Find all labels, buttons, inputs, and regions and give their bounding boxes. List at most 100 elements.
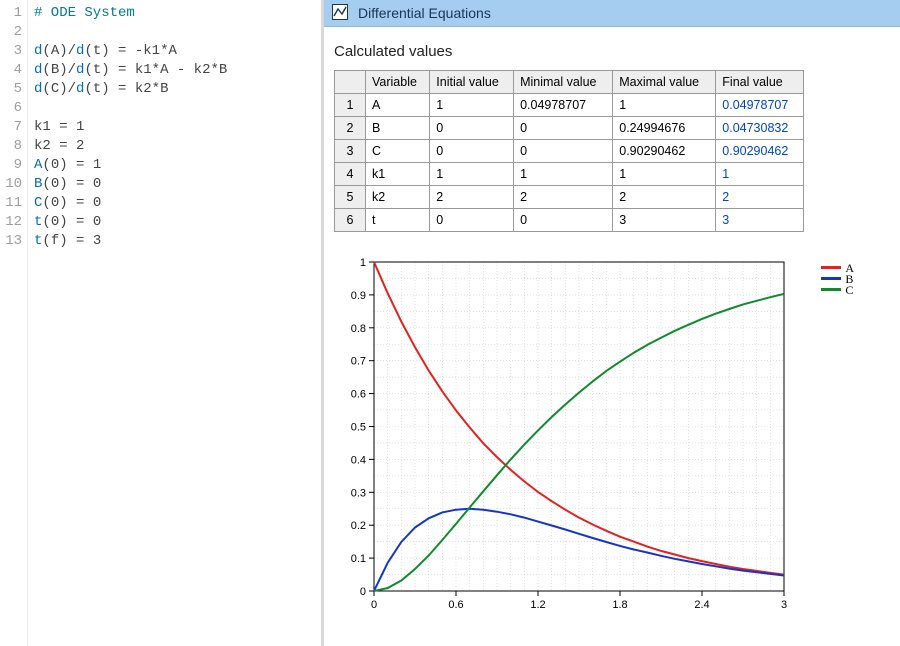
svg-text:0.9: 0.9 (351, 290, 366, 302)
table-cell[interactable]: 2 (613, 186, 716, 209)
table-cell[interactable]: k2 (366, 186, 430, 209)
table-cell[interactable]: 3 (716, 209, 804, 232)
table-cell[interactable]: 0 (430, 117, 514, 140)
legend-item: C (821, 284, 854, 295)
legend-label: B (845, 274, 853, 284)
line-number: 2 (0, 23, 22, 42)
svg-text:1: 1 (360, 257, 366, 269)
code-line[interactable]: d(A)/d(t) = -k1*A (34, 42, 321, 61)
table-cell[interactable]: 1 (430, 94, 514, 117)
table-header[interactable]: Maximal value (613, 71, 716, 94)
panel-header[interactable]: Differential Equations (324, 0, 900, 27)
svg-text:0.5: 0.5 (351, 422, 366, 434)
table-row[interactable]: 6t0033 (335, 209, 804, 232)
svg-text:0.3: 0.3 (351, 487, 366, 499)
code-body[interactable]: # ODE System d(A)/d(t) = -k1*Ad(B)/d(t) =… (28, 0, 321, 646)
line-number: 4 (0, 61, 22, 80)
svg-text:0: 0 (371, 599, 377, 611)
svg-text:0.4: 0.4 (351, 454, 366, 466)
table-cell[interactable]: 0.90290462 (613, 140, 716, 163)
line-number: 5 (0, 80, 22, 99)
line-number: 7 (0, 118, 22, 137)
code-line[interactable]: B(0) = 0 (34, 175, 321, 194)
table-cell[interactable]: 0 (430, 140, 514, 163)
svg-text:2.4: 2.4 (694, 599, 709, 611)
table-cell[interactable]: 0.04978707 (716, 94, 804, 117)
table-cell[interactable]: k1 (366, 163, 430, 186)
table-cell[interactable]: t (366, 209, 430, 232)
code-line[interactable] (34, 23, 321, 42)
table-header[interactable]: Variable (366, 71, 430, 94)
line-number: 13 (0, 232, 22, 251)
table-cell[interactable]: 2 (716, 186, 804, 209)
svg-text:0.7: 0.7 (351, 356, 366, 368)
table-cell[interactable]: A (366, 94, 430, 117)
panel-title: Differential Equations (358, 5, 491, 21)
table-cell[interactable]: 1 (716, 163, 804, 186)
table-header[interactable]: Minimal value (514, 71, 613, 94)
code-editor[interactable]: 12345678910111213 # ODE Systemd(A)/d(t) … (0, 0, 324, 646)
line-number: 6 (0, 99, 22, 118)
table-cell[interactable]: 3 (613, 209, 716, 232)
line-number: 10 (0, 175, 22, 194)
table-row[interactable]: 4k11111 (335, 163, 804, 186)
table-cell[interactable]: 0.90290462 (716, 140, 804, 163)
table-cell[interactable]: 1 (613, 163, 716, 186)
table-cell[interactable]: 0.04730832 (716, 117, 804, 140)
table-cell[interactable]: B (366, 117, 430, 140)
chart: 00.61.21.82.4300.10.20.30.40.50.60.70.80… (334, 256, 854, 616)
code-line[interactable]: t(f) = 3 (34, 232, 321, 251)
table-cell[interactable]: 0 (514, 117, 613, 140)
table-cell[interactable]: 2 (514, 186, 613, 209)
svg-text:1.2: 1.2 (530, 599, 545, 611)
row-number: 6 (335, 209, 366, 232)
table-cell[interactable]: 1 (514, 163, 613, 186)
values-table[interactable]: VariableInitial valueMinimal valueMaxima… (334, 70, 804, 232)
svg-text:0.6: 0.6 (448, 599, 463, 611)
code-line[interactable]: k2 = 2 (34, 137, 321, 156)
code-line[interactable]: A(0) = 1 (34, 156, 321, 175)
svg-text:1.8: 1.8 (612, 599, 627, 611)
code-line[interactable] (34, 99, 321, 118)
line-number: 1 (0, 4, 22, 23)
legend-swatch (821, 277, 841, 280)
code-line[interactable]: d(C)/d(t) = k2*B (34, 80, 321, 99)
section-title: Calculated values (334, 43, 890, 60)
app-root: 12345678910111213 # ODE Systemd(A)/d(t) … (0, 0, 900, 646)
table-cell[interactable]: 0 (514, 140, 613, 163)
table-corner (335, 71, 366, 94)
code-line[interactable]: k1 = 1 (34, 118, 321, 137)
table-header[interactable]: Final value (716, 71, 804, 94)
svg-text:0.2: 0.2 (351, 520, 366, 532)
table-cell[interactable]: 2 (430, 186, 514, 209)
line-number-gutter: 12345678910111213 (0, 0, 28, 646)
legend-swatch (821, 266, 841, 269)
table-row[interactable]: 3C000.902904620.90290462 (335, 140, 804, 163)
table-cell[interactable]: 1 (430, 163, 514, 186)
table-cell[interactable]: 1 (613, 94, 716, 117)
svg-text:0: 0 (360, 586, 366, 598)
table-row[interactable]: 5k22222 (335, 186, 804, 209)
table-row[interactable]: 1A10.0497870710.04978707 (335, 94, 804, 117)
legend-label: C (845, 285, 853, 295)
table-cell[interactable]: 0.04978707 (514, 94, 613, 117)
line-number: 8 (0, 137, 22, 156)
table-header-row: VariableInitial valueMinimal valueMaxima… (335, 71, 804, 94)
svg-text:0.1: 0.1 (351, 553, 366, 565)
code-line[interactable]: # ODE System (34, 4, 321, 23)
row-number: 2 (335, 117, 366, 140)
code-line[interactable]: t(0) = 0 (34, 213, 321, 232)
results-panel: Differential Equations Calculated values… (324, 0, 900, 646)
table-header[interactable]: Initial value (430, 71, 514, 94)
svg-text:3: 3 (781, 599, 787, 611)
code-line[interactable]: C(0) = 0 (34, 194, 321, 213)
row-number: 5 (335, 186, 366, 209)
table-row[interactable]: 2B000.249946760.04730832 (335, 117, 804, 140)
table-cell[interactable]: 0 (514, 209, 613, 232)
svg-text:0.8: 0.8 (351, 323, 366, 335)
chart-svg: 00.61.21.82.4300.10.20.30.40.50.60.70.80… (334, 256, 794, 616)
table-cell[interactable]: 0 (430, 209, 514, 232)
table-cell[interactable]: 0.24994676 (613, 117, 716, 140)
table-cell[interactable]: C (366, 140, 430, 163)
code-line[interactable]: d(B)/d(t) = k1*A - k2*B (34, 61, 321, 80)
